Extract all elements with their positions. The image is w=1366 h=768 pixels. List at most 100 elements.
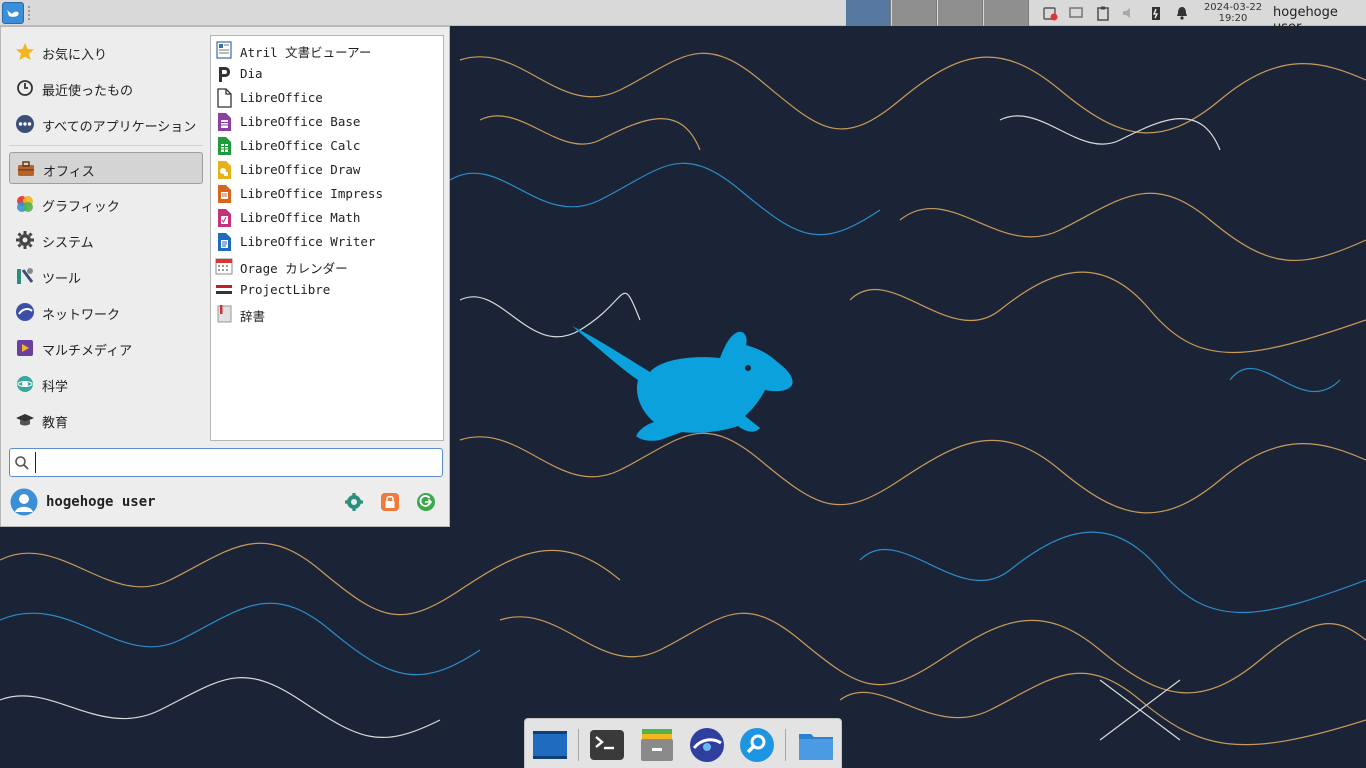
- app-label: LibreOffice: [240, 90, 323, 105]
- workspace-1[interactable]: [846, 0, 891, 26]
- category-graphics[interactable]: グラフィック: [9, 188, 203, 220]
- science-icon: [17, 376, 33, 392]
- category-office[interactable]: オフィス: [9, 152, 203, 184]
- libreoffice-icon: [217, 88, 232, 108]
- settings-manager-icon[interactable]: [343, 491, 365, 513]
- menu-user-name: hogehoge user: [46, 494, 156, 510]
- category-label: オフィス: [43, 165, 95, 180]
- app-label: LibreOffice Impress: [240, 186, 383, 201]
- app-label: LibreOffice Writer: [240, 234, 376, 249]
- category-science[interactable]: 科学: [9, 368, 203, 400]
- app-label: LibreOffice Math: [240, 210, 361, 225]
- education-icon: [16, 414, 34, 426]
- dock-separator: [785, 729, 786, 761]
- app-item-libreoffice-calc[interactable]: LibreOffice Calc: [211, 134, 443, 158]
- app-item-orage-calendar[interactable]: Orage カレンダー: [211, 254, 443, 278]
- dock-separator: [578, 729, 579, 761]
- application-list: Atril 文書ビューアー Dia LibreOffice LibreOffic…: [210, 35, 444, 441]
- atril-icon: [216, 41, 232, 59]
- graphics-icon: [17, 196, 33, 212]
- libreoffice-calc-icon: [218, 137, 231, 155]
- category-recent[interactable]: 最近使ったもの: [9, 72, 203, 104]
- category-all-applications[interactable]: すべてのアプリケーション: [9, 108, 203, 140]
- system-gear-icon: [16, 231, 34, 249]
- libreoffice-writer-icon: [218, 233, 231, 251]
- app-finder-icon[interactable]: [738, 726, 776, 764]
- category-multimedia[interactable]: マルチメディア: [9, 332, 203, 364]
- category-label: マルチメディア: [42, 344, 133, 359]
- whisker-menu: お気に入り 最近使ったもの すべてのアプリケーション オフィス グラフィック シ…: [0, 26, 450, 527]
- app-label: LibreOffice Base: [240, 114, 361, 129]
- calendar-icon: [215, 258, 233, 275]
- whisker-menu-button[interactable]: [2, 2, 24, 24]
- category-education[interactable]: 教育: [9, 404, 203, 436]
- all-apps-icon: [16, 115, 34, 133]
- search-input[interactable]: [35, 452, 435, 473]
- category-label: ツール: [42, 272, 82, 287]
- star-icon: [16, 43, 34, 60]
- clock-date: 2024-03-22: [1203, 2, 1263, 13]
- projectlibre-icon: [215, 283, 233, 297]
- lock-screen-icon[interactable]: [379, 491, 401, 513]
- category-label: システム: [42, 236, 94, 251]
- clipboard-icon[interactable]: [1095, 5, 1111, 21]
- notifications-bell-icon[interactable]: [1174, 5, 1190, 21]
- app-item-projectlibre[interactable]: ProjectLibre: [211, 278, 443, 302]
- xfce-mouse-logo: [572, 326, 793, 441]
- app-label: ProjectLibre: [240, 282, 331, 297]
- home-folder-icon[interactable]: [797, 726, 835, 764]
- category-label: 科学: [42, 380, 69, 395]
- dia-icon: [219, 67, 230, 82]
- app-label: LibreOffice Draw: [240, 162, 361, 177]
- app-item-libreoffice-base[interactable]: LibreOffice Base: [211, 110, 443, 134]
- panel-user-name[interactable]: hogehoge user: [1273, 5, 1366, 35]
- app-item-libreoffice[interactable]: LibreOffice: [211, 86, 443, 110]
- panel-clock[interactable]: 2024-03-22 19:20: [1198, 2, 1268, 24]
- show-desktop-icon[interactable]: [531, 726, 569, 764]
- app-label: Atril 文書ビューアー: [240, 45, 372, 60]
- top-panel: 2024-03-22 19:20 hogehoge user: [0, 0, 1366, 35]
- briefcase-icon: [18, 161, 34, 176]
- panel-handle[interactable]: [28, 6, 32, 20]
- category-system[interactable]: システム: [9, 224, 203, 256]
- category-network[interactable]: ネットワーク: [9, 296, 203, 328]
- app-label: LibreOffice Calc: [240, 138, 361, 153]
- workspace-3[interactable]: [938, 0, 983, 26]
- category-tools[interactable]: ツール: [9, 260, 203, 292]
- search-icon: [15, 456, 29, 470]
- app-item-dia[interactable]: Dia: [211, 62, 443, 86]
- dock: [524, 718, 842, 768]
- app-item-libreoffice-draw[interactable]: LibreOffice Draw: [211, 158, 443, 182]
- category-label: ネットワーク: [42, 308, 121, 323]
- avatar-icon: [10, 488, 38, 516]
- app-item-libreoffice-math[interactable]: LibreOffice Math: [211, 206, 443, 230]
- network-icon: [16, 303, 34, 321]
- category-favorites[interactable]: お気に入り: [9, 36, 203, 68]
- search-box[interactable]: [9, 448, 443, 477]
- app-label: Dia: [240, 66, 263, 81]
- clock-icon: [17, 80, 33, 96]
- updates-icon[interactable]: [1042, 5, 1058, 21]
- libreoffice-impress-icon: [218, 185, 231, 203]
- web-browser-icon[interactable]: [688, 726, 726, 764]
- libreoffice-draw-icon: [218, 161, 231, 179]
- logout-icon[interactable]: [415, 491, 437, 513]
- terminal-icon[interactable]: [588, 726, 626, 764]
- category-label: グラフィック: [42, 200, 120, 215]
- app-item-libreoffice-impress[interactable]: LibreOffice Impress: [211, 182, 443, 206]
- app-label: Orage カレンダー: [240, 261, 348, 276]
- category-label: 教育: [42, 416, 69, 431]
- workspace-4[interactable]: [984, 0, 1029, 26]
- battery-icon[interactable]: [1148, 5, 1164, 21]
- app-item-dictionary[interactable]: 辞書: [211, 302, 443, 326]
- clock-time: 19:20: [1218, 13, 1248, 24]
- app-label: 辞書: [240, 309, 266, 324]
- app-item-libreoffice-writer[interactable]: LibreOffice Writer: [211, 230, 443, 254]
- file-manager-icon[interactable]: [638, 726, 676, 764]
- display-icon[interactable]: [1068, 5, 1084, 21]
- libreoffice-base-icon: [218, 113, 231, 131]
- workspace-2[interactable]: [892, 0, 937, 26]
- app-item-atril[interactable]: Atril 文書ビューアー: [211, 38, 443, 62]
- category-label: すべてのアプリケーション: [42, 120, 197, 135]
- volume-icon[interactable]: [1121, 5, 1137, 21]
